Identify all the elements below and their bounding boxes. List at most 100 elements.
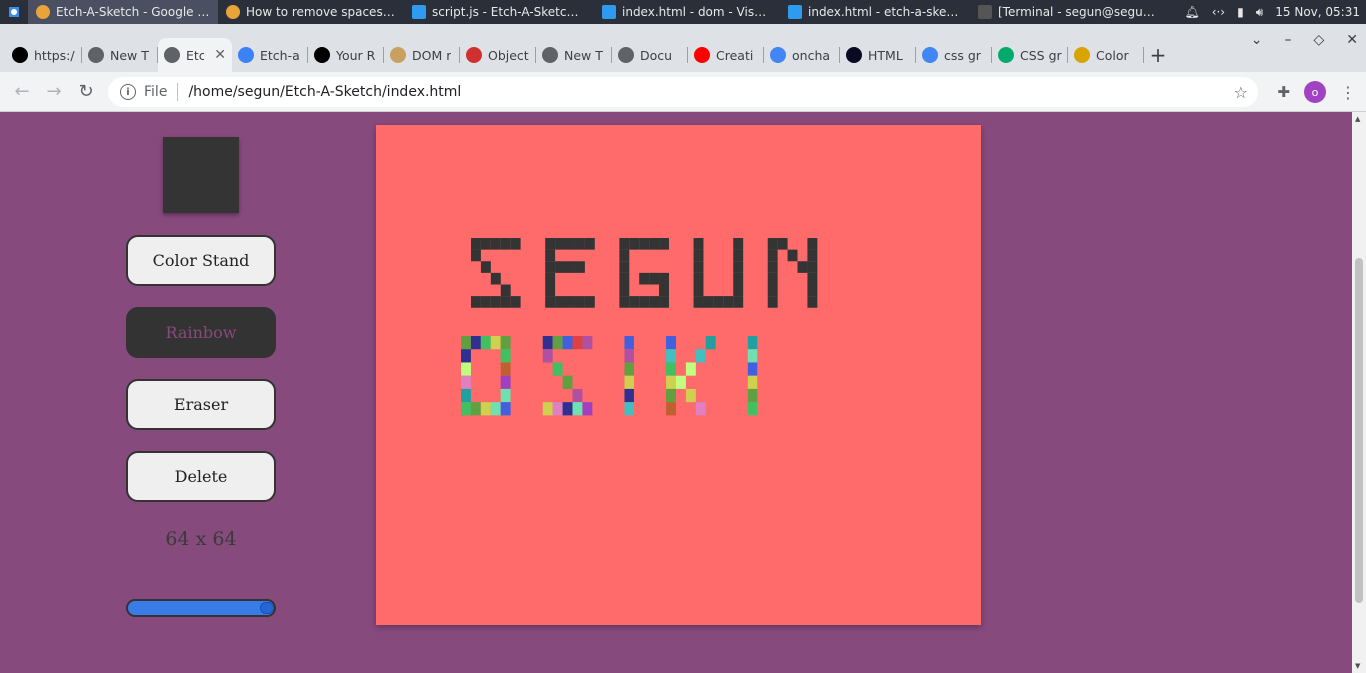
color-picker-swatch[interactable] [163, 137, 239, 213]
rainbow-pixel [461, 388, 471, 403]
reload-button[interactable]: ↻ [70, 76, 102, 108]
drawn-pixel [733, 296, 744, 308]
browser-tab[interactable]: Creati [688, 38, 764, 72]
rainbow-pixel [695, 349, 706, 363]
rainbow-pixel [461, 336, 471, 350]
bookmark-star-icon[interactable]: ☆ [1234, 83, 1248, 102]
drawn-pixel [619, 272, 630, 285]
start-menu-icon[interactable] [0, 0, 28, 24]
drawn-pixel [480, 238, 491, 250]
browser-tab-label: oncha [792, 47, 831, 63]
tab-search-icon[interactable]: ⌄ [1251, 32, 1263, 48]
drawn-pixel [767, 249, 778, 262]
profile-avatar[interactable]: o [1304, 81, 1326, 103]
drawn-pixel [510, 296, 521, 308]
grid-size-label: 64 x 64 [165, 528, 237, 550]
page-scrollbar[interactable]: ▲ ▼ [1352, 112, 1366, 673]
rainbow-pixel [572, 336, 583, 350]
browser-tab[interactable]: Docu [612, 38, 688, 72]
delete-button[interactable]: Delete [126, 451, 276, 502]
close-window-button[interactable]: ✕ [1346, 32, 1358, 48]
grid-size-slider[interactable] [126, 599, 276, 617]
forward-button[interactable]: → [38, 76, 70, 108]
rainbow-pixel [705, 336, 716, 350]
rainbow-pixel [675, 375, 686, 389]
rainbow-pixel [666, 375, 676, 389]
sketch-canvas[interactable] [376, 125, 981, 625]
network-icon[interactable]: ‹·› [1212, 5, 1225, 19]
drawn-pixel [471, 249, 481, 262]
clock[interactable]: 15 Nov, 05:31 [1275, 5, 1360, 19]
browser-tab[interactable]: New T [536, 38, 612, 72]
taskbar-task[interactable]: [Terminal - segun@segun-... [970, 0, 1170, 24]
battery-icon[interactable]: ▮ [1237, 5, 1244, 19]
drawn-pixel [490, 272, 501, 285]
browser-tab[interactable]: Etch-a [232, 38, 308, 72]
drawn-pixel [619, 261, 630, 273]
drawn-pixel [649, 272, 660, 285]
rainbow-pixel [666, 362, 676, 376]
address-bar[interactable]: i File /home/segun/Etch-A-Sketch/index.h… [108, 77, 1258, 107]
chrome-icon [226, 5, 240, 19]
vercel-icon [12, 47, 28, 63]
browser-tab[interactable]: DOM r [384, 38, 460, 72]
notification-bell-icon[interactable]: 🔔︎ [1184, 5, 1199, 19]
vscode-icon [788, 5, 802, 19]
maximize-button[interactable]: ◇ [1313, 32, 1324, 48]
rainbow-pixel [666, 402, 676, 416]
taskbar-task-label: How to remove spaces fr... [246, 5, 396, 19]
rainbow-pixel [500, 402, 511, 416]
taskbar-task[interactable]: Etch-A-Sketch - Google Ch... [28, 0, 218, 24]
drawn-pixel [490, 296, 501, 308]
close-tab-icon[interactable]: ✕ [214, 47, 226, 63]
taskbar-task-label: index.html - dom - Visual S... [622, 5, 772, 19]
browser-tab[interactable]: Object [460, 38, 536, 72]
drawn-pixel [555, 238, 566, 250]
drawn-pixel [787, 249, 798, 262]
browser-tab[interactable]: oncha [764, 38, 840, 72]
drawn-pixel [565, 238, 575, 250]
rainbow-pixel [747, 402, 758, 416]
rainbow-pixel [695, 402, 706, 416]
taskbar-task[interactable]: index.html - dom - Visual S... [594, 0, 780, 24]
browser-tab[interactable]: CSS gr [992, 38, 1068, 72]
rainbow-pixel [562, 375, 573, 389]
browser-toolbar: ← → ↻ i File /home/segun/Etch-A-Sketch/i… [0, 72, 1366, 112]
extensions-puzzle-icon[interactable]: ✚ [1277, 83, 1290, 101]
rainbow-button[interactable]: Rainbow [126, 307, 276, 358]
slider-thumb[interactable] [260, 602, 274, 614]
scroll-up-arrow-icon[interactable]: ▲ [1355, 115, 1360, 123]
browser-tab[interactable]: New T [82, 38, 158, 72]
rainbow-pixel [582, 402, 593, 416]
back-button[interactable]: ← [6, 76, 38, 108]
browser-tab[interactable]: HTML [840, 38, 916, 72]
taskbar-task[interactable]: index.html - etch-a-sketch ... [780, 0, 970, 24]
scroll-down-arrow-icon[interactable]: ▼ [1355, 662, 1360, 670]
drawn-pixel [733, 284, 744, 297]
browser-tab[interactable]: css gr [916, 38, 992, 72]
taskbar-task[interactable]: script.js - Etch-A-Sketch - ... [404, 0, 594, 24]
rainbow-pixel [552, 362, 563, 376]
site-info-icon[interactable]: i [120, 84, 136, 100]
browser-tab-label: Creati [716, 47, 754, 63]
minimize-button[interactable]: – [1284, 32, 1291, 48]
chrome-menu-icon[interactable]: ⋮ [1340, 83, 1356, 102]
rainbow-pixel [562, 336, 573, 350]
eraser-button[interactable]: Eraser [126, 379, 276, 430]
drawn-pixel [693, 272, 704, 285]
new-tab-button[interactable]: + [1144, 38, 1172, 72]
drawn-pixel [659, 272, 669, 285]
volume-icon[interactable]: 🔊︎ [1256, 5, 1264, 20]
browser-tab[interactable]: https:/ [6, 38, 82, 72]
drawn-pixel [639, 272, 650, 285]
color-stand-button[interactable]: Color Stand [126, 235, 276, 286]
browser-tab[interactable]: Your R [308, 38, 384, 72]
scrollbar-thumb[interactable] [1355, 258, 1363, 603]
browser-tab[interactable]: Color [1068, 38, 1144, 72]
drawn-pixel [584, 238, 595, 250]
rainbow-pixel [747, 349, 758, 363]
taskbar-task[interactable]: How to remove spaces fr... [218, 0, 404, 24]
browser-tab[interactable]: Etc ✕ [158, 38, 232, 72]
chrome-icon [164, 47, 180, 63]
url-text[interactable]: /home/segun/Etch-A-Sketch/index.html [188, 84, 461, 100]
